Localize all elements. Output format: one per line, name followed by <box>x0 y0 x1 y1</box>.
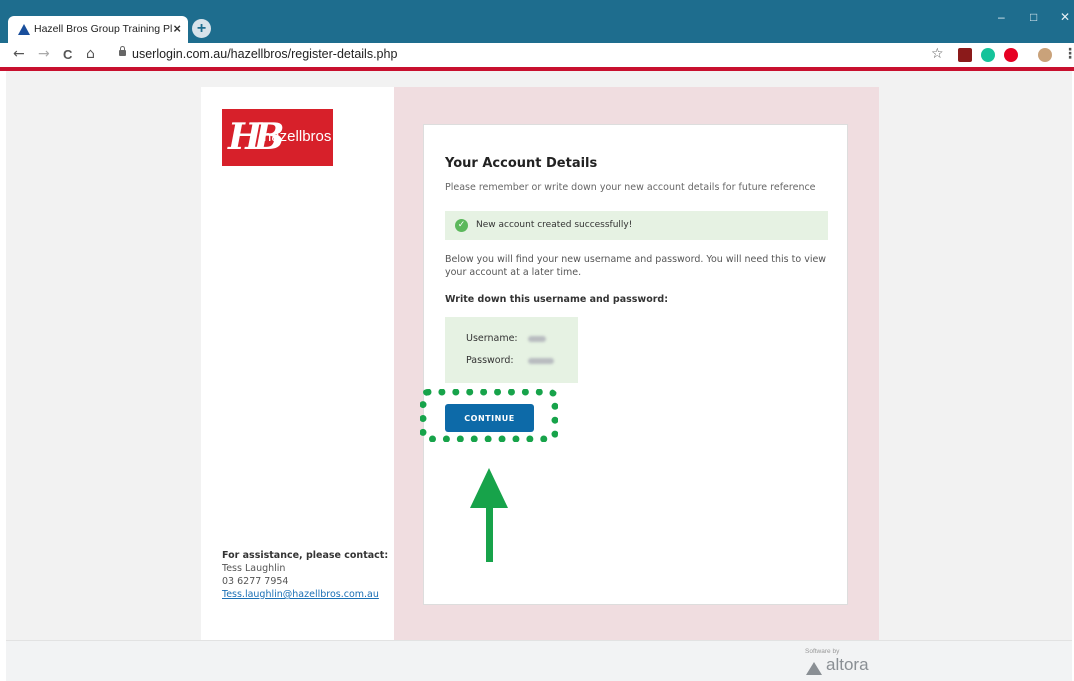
browser-menu-icon[interactable]: ⋮ <box>1063 46 1074 62</box>
close-window-icon[interactable]: ✕ <box>1060 10 1070 24</box>
success-message: New account created successfully! <box>476 220 633 230</box>
home-icon[interactable]: ⌂ <box>86 46 95 62</box>
password-value-redacted <box>528 358 554 364</box>
browser-titlebar: Hazell Bros Group Training Platfo × + – … <box>0 0 1074 43</box>
tab-title: Hazell Bros Group Training Platfo <box>34 23 172 35</box>
bookmark-star-icon[interactable]: ☆ <box>931 46 944 62</box>
page-subtitle: Please remember or write down your new a… <box>445 182 816 193</box>
maximize-icon[interactable]: □ <box>1030 10 1037 24</box>
success-alert: ✓ New account created successfully! <box>445 211 828 240</box>
pdf-extension-icon[interactable] <box>958 48 972 62</box>
continue-highlight-outline <box>420 389 558 442</box>
assistance-heading: For assistance, please contact: <box>222 550 389 561</box>
info-text: Below you will find your new username an… <box>445 254 827 278</box>
page-title: Your Account Details <box>445 156 598 171</box>
contact-phone: 03 6277 7954 <box>222 576 289 587</box>
grammarly-extension-icon[interactable] <box>981 48 995 62</box>
logo-text: hazellbros <box>263 128 332 145</box>
browser-toolbar: ← → C ⌂ userlogin.com.au/hazellbros/regi… <box>0 43 1074 67</box>
username-label: Username: <box>466 333 518 344</box>
contact-email-link[interactable]: Tess.laughlin@hazellbros.com.au <box>222 589 379 600</box>
forward-icon[interactable]: → <box>38 46 50 62</box>
address-bar[interactable]: userlogin.com.au/hazellbros/register-det… <box>132 47 397 61</box>
back-icon[interactable]: ← <box>13 46 25 62</box>
check-circle-icon: ✓ <box>455 219 468 232</box>
altora-logo-icon <box>806 662 822 675</box>
write-down-label: Write down this username and password: <box>445 294 668 305</box>
profile-avatar[interactable] <box>1038 48 1052 62</box>
username-value-redacted <box>528 336 546 342</box>
pinterest-extension-icon[interactable] <box>1004 48 1018 62</box>
credentials-box: Username: Password: <box>445 317 578 383</box>
lock-icon <box>119 46 126 56</box>
browser-tab[interactable]: Hazell Bros Group Training Platfo × <box>8 16 188 43</box>
contact-name: Tess Laughlin <box>222 563 286 574</box>
minimize-icon[interactable]: – <box>998 10 1005 24</box>
password-label: Password: <box>466 355 514 366</box>
altora-wordmark[interactable]: altora <box>826 655 869 675</box>
assistance-contact: For assistance, please contact: Tess Lau… <box>222 549 388 601</box>
new-tab-button[interactable]: + <box>192 19 211 38</box>
tab-close-icon[interactable]: × <box>173 21 181 36</box>
page-footer <box>6 640 1072 681</box>
reload-icon[interactable]: C <box>63 47 72 62</box>
arrow-shaft <box>486 496 493 562</box>
hazellbros-logo: HB hazellbros <box>222 109 333 166</box>
altora-favicon-icon <box>18 24 30 35</box>
software-by-label: Software by <box>805 648 840 655</box>
